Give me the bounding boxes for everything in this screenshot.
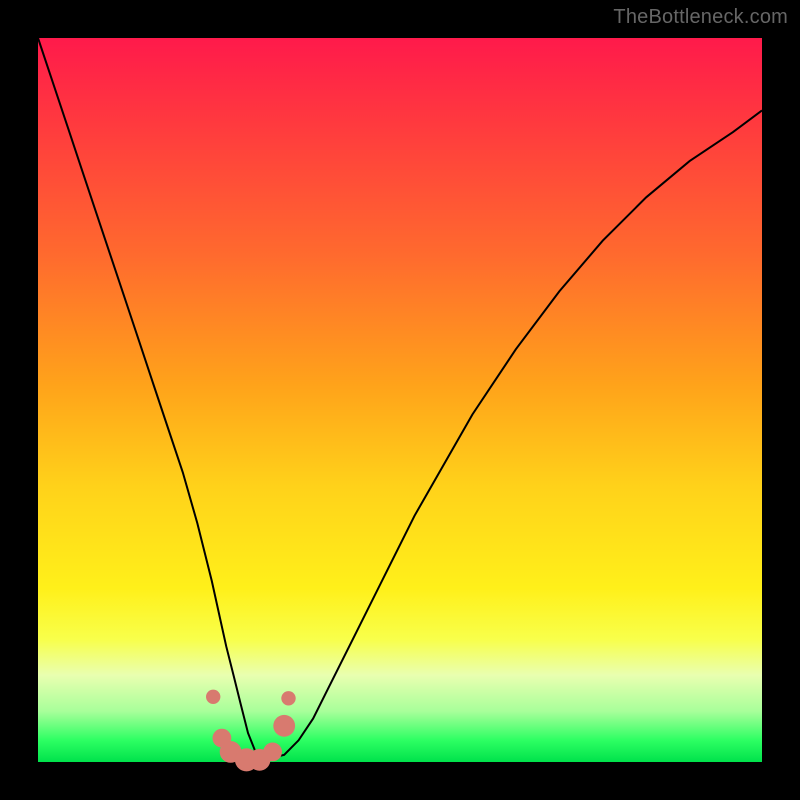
plot-area: [38, 38, 762, 762]
chart-frame: TheBottleneck.com: [0, 0, 800, 800]
curve-marker: [263, 743, 282, 762]
curve-marker: [273, 715, 295, 737]
bottleneck-curve: [38, 38, 762, 758]
curve-marker: [206, 690, 220, 704]
curve-markers: [206, 690, 296, 772]
curve-marker: [281, 691, 295, 705]
bottleneck-curve-svg: [38, 38, 762, 762]
watermark-text: TheBottleneck.com: [613, 6, 788, 29]
